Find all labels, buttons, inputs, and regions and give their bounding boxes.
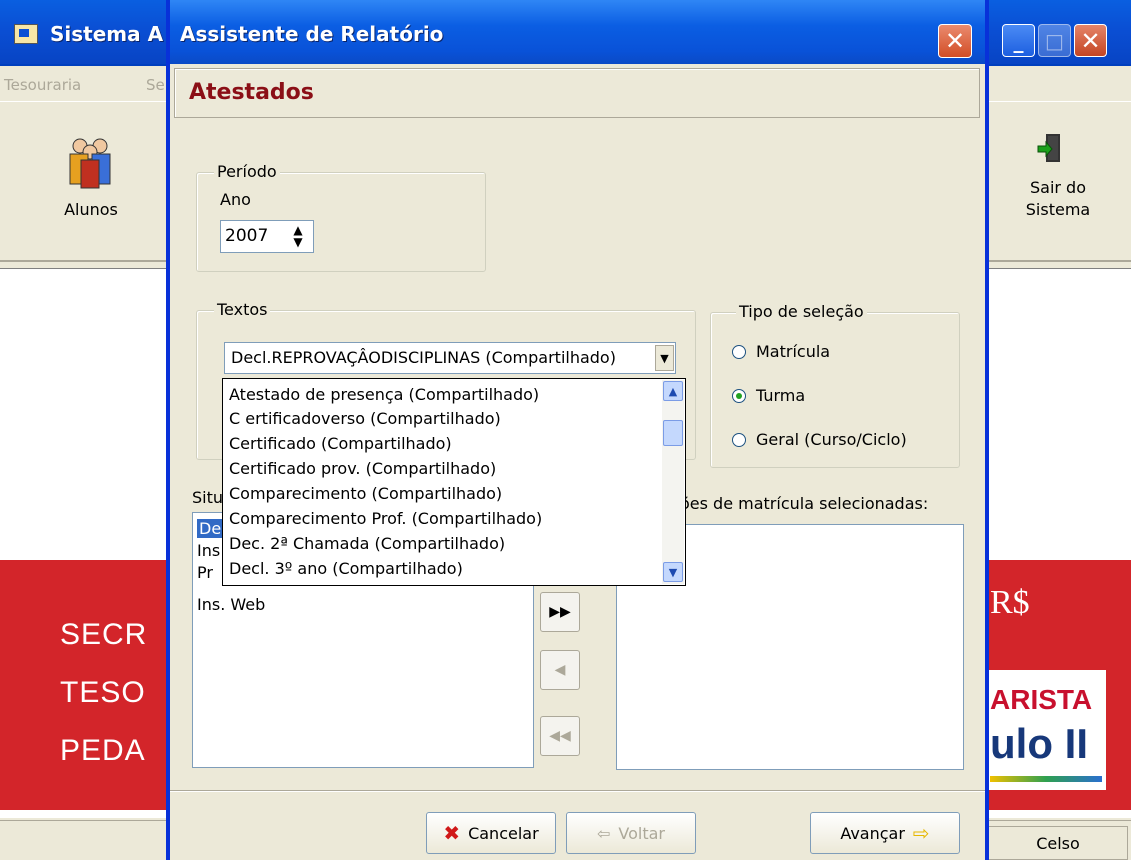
dropdown-option[interactable]: C ertificadoverso (Compartilhado) bbox=[229, 409, 501, 428]
cancel-x-icon: ✖ bbox=[443, 821, 461, 845]
students-icon bbox=[69, 138, 111, 189]
sair-button[interactable] bbox=[1036, 132, 1064, 166]
dropdown-option[interactable]: Decl. 3º ano (Compartilhado) bbox=[229, 559, 463, 578]
left-arrow-icon: ◀ bbox=[554, 662, 566, 678]
dialog-title: Assistente de Relatório bbox=[180, 22, 444, 46]
sair-label-line1: Sair do bbox=[1029, 178, 1086, 197]
periodo-legend: Período bbox=[214, 162, 280, 181]
dialog-header-panel: Atestados bbox=[174, 68, 980, 118]
textos-legend: Textos bbox=[214, 300, 271, 319]
ano-spin-buttons[interactable]: ▲ ▼ bbox=[287, 224, 309, 248]
move-all-left-button[interactable]: ◀◀ bbox=[540, 716, 580, 756]
banner-text-teso: TESO bbox=[60, 676, 146, 709]
situacao-item[interactable]: Ins bbox=[197, 541, 220, 560]
report-wizard-dialog: Assistente de Relatório ✕ Atestados Perí… bbox=[166, 0, 989, 860]
spin-down-icon[interactable]: ▼ bbox=[287, 236, 309, 248]
situacoes-label: Situ bbox=[192, 488, 224, 507]
ano-label: Ano bbox=[220, 190, 251, 209]
move-all-right-button[interactable]: ▶▶ bbox=[540, 592, 580, 632]
situacao-item[interactable]: Pr bbox=[197, 563, 213, 582]
ano-value: 2007 bbox=[225, 226, 269, 246]
radio-turma[interactable]: Turma bbox=[732, 386, 805, 405]
chevron-down-icon[interactable]: ▼ bbox=[655, 345, 674, 371]
footer-separator bbox=[170, 790, 985, 792]
main-close-button[interactable]: ✕ bbox=[1074, 24, 1107, 57]
banner-text-secr: SECR bbox=[60, 618, 148, 651]
menu-tesouraria[interactable]: Tesouraria bbox=[4, 76, 81, 94]
alunos-button[interactable] bbox=[60, 132, 120, 192]
texto-combobox[interactable]: Decl.REPROVAÇÂODISCIPLINAS (Compartilhad… bbox=[224, 342, 676, 374]
back-button[interactable]: ⇦ Voltar bbox=[566, 812, 696, 854]
dialog-header-title: Atestados bbox=[189, 80, 314, 105]
situacao-item-selected[interactable]: De bbox=[197, 519, 224, 538]
dropdown-scrollbar[interactable]: ▲ ▼ bbox=[662, 380, 684, 584]
move-left-button[interactable]: ◀ bbox=[540, 650, 580, 690]
double-right-arrow-icon: ▶▶ bbox=[549, 604, 571, 620]
double-left-arrow-icon: ◀◀ bbox=[549, 728, 571, 744]
next-arrow-icon: ⇨ bbox=[912, 821, 930, 845]
scroll-down-icon[interactable]: ▼ bbox=[663, 562, 683, 582]
close-icon: ✕ bbox=[944, 27, 966, 55]
radio-geral-circle[interactable] bbox=[732, 432, 746, 447]
texto-dropdown-list[interactable]: Atestado de presença (Compartilhado) C e… bbox=[222, 378, 686, 586]
main-window-title: Sistema A bbox=[50, 22, 164, 46]
menu-secretaria[interactable]: Se bbox=[146, 76, 165, 94]
next-label: Avançar bbox=[840, 823, 905, 843]
radio-geral[interactable]: Geral (Curso/Ciclo) bbox=[732, 430, 907, 449]
maximize-icon: □ bbox=[1045, 28, 1064, 53]
radio-matricula[interactable]: Matrícula bbox=[732, 342, 830, 361]
banner-text-ulo: ulo II bbox=[990, 720, 1088, 767]
dialog-close-button[interactable]: ✕ bbox=[938, 24, 972, 58]
close-icon: ✕ bbox=[1080, 26, 1101, 55]
tipo-selecao-options: Matrícula Turma Geral (Curso/Ciclo) bbox=[710, 312, 960, 468]
banner-text-rs: R$ bbox=[990, 584, 1030, 621]
banner-text-arista: ARISTA bbox=[990, 684, 1093, 715]
scroll-up-icon[interactable]: ▲ bbox=[663, 381, 683, 401]
next-button[interactable]: Avançar ⇨ bbox=[810, 812, 960, 854]
minimize-icon: _ bbox=[1013, 28, 1024, 53]
back-label: Voltar bbox=[618, 823, 665, 843]
status-user: Celso bbox=[988, 826, 1128, 860]
minimize-button[interactable]: _ bbox=[1002, 24, 1035, 57]
app-icon bbox=[14, 24, 38, 44]
dropdown-option[interactable]: Dec. 2ª Chamada (Compartilhado) bbox=[229, 534, 505, 553]
radio-matricula-label: Matrícula bbox=[756, 342, 831, 361]
dropdown-option[interactable]: Certificado (Compartilhado) bbox=[229, 434, 452, 453]
radio-matricula-circle[interactable] bbox=[732, 344, 746, 359]
banner-stripe bbox=[990, 776, 1102, 782]
alunos-label: Alunos bbox=[64, 200, 118, 219]
dropdown-option[interactable]: Atestado de presença (Compartilhado) bbox=[229, 385, 539, 404]
cancel-button[interactable]: ✖ Cancelar bbox=[426, 812, 556, 854]
banner-text-peda: PEDA bbox=[60, 734, 146, 767]
radio-turma-label: Turma bbox=[756, 386, 806, 405]
back-arrow-icon: ⇦ bbox=[597, 823, 611, 843]
dropdown-option[interactable]: Comparecimento (Compartilhado) bbox=[229, 484, 502, 503]
dropdown-option[interactable]: Certificado prov. (Compartilhado) bbox=[229, 459, 496, 478]
texto-combobox-value: Decl.REPROVAÇÂODISCIPLINAS (Compartilhad… bbox=[231, 348, 616, 367]
selecionadas-label: ões de matrícula selecionadas: bbox=[680, 494, 929, 513]
cancel-label: Cancelar bbox=[468, 823, 539, 843]
ano-spinedit[interactable]: 2007 ▲ ▼ bbox=[220, 220, 314, 253]
situacao-item[interactable]: Ins. Web bbox=[197, 595, 265, 614]
dropdown-option[interactable]: Comparecimento Prof. (Compartilhado) bbox=[229, 509, 542, 528]
scrollbar-thumb[interactable] bbox=[663, 420, 683, 446]
exit-door-icon bbox=[1037, 134, 1060, 162]
sair-label-line2: Sistema bbox=[1025, 200, 1091, 219]
radio-geral-label: Geral (Curso/Ciclo) bbox=[756, 430, 907, 449]
radio-turma-circle[interactable] bbox=[732, 388, 746, 403]
maximize-button[interactable]: □ bbox=[1038, 24, 1071, 57]
